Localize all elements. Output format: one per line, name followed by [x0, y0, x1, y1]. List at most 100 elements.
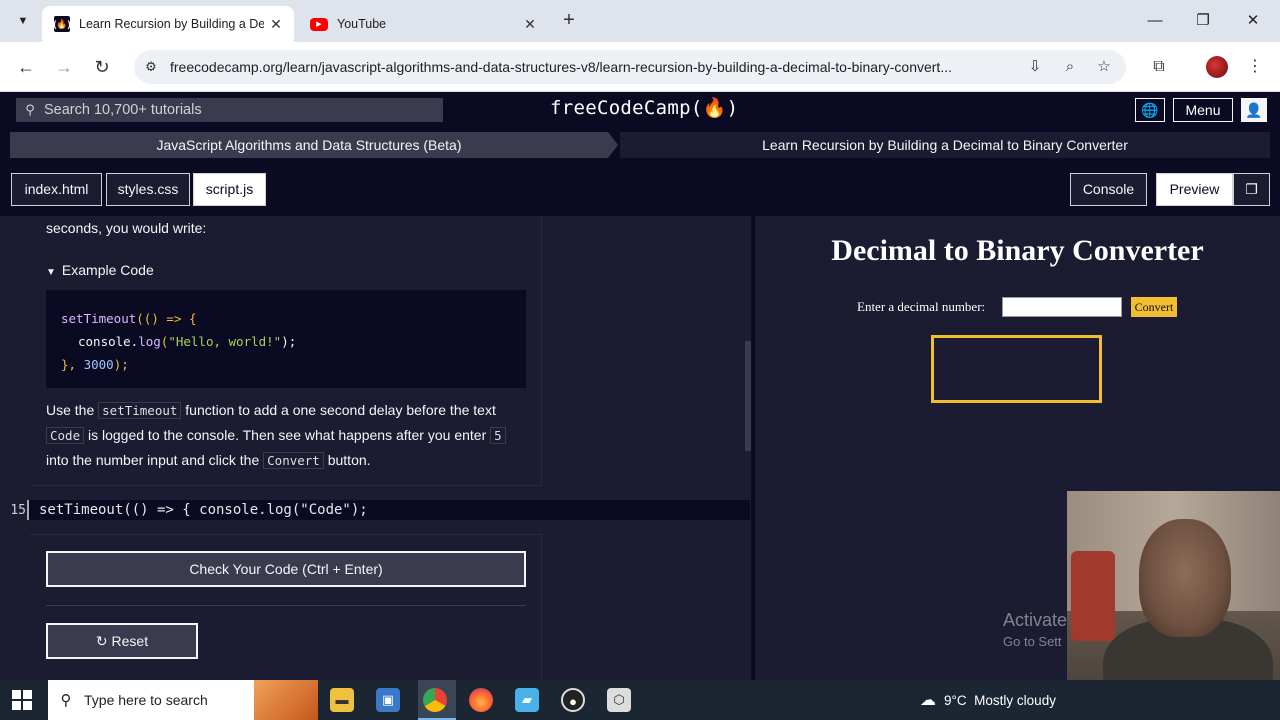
fcc-logo[interactable]: freeCodeCamp(🔥): [550, 96, 738, 119]
result-output: [931, 335, 1102, 403]
firefox-icon[interactable]: [469, 688, 493, 712]
check-code-button[interactable]: Check Your Code (Ctrl + Enter): [46, 551, 526, 587]
menu-button[interactable]: Menu: [1173, 98, 1233, 122]
site-info-icon[interactable]: ⚙: [142, 58, 160, 76]
tab-search-dropdown-icon[interactable]: ▼: [10, 10, 36, 32]
language-globe-icon[interactable]: 🌐: [1135, 98, 1165, 122]
zoom-icon[interactable]: ⌕: [1059, 57, 1081, 77]
inline-code: Convert: [263, 452, 324, 469]
tab-styles-css[interactable]: styles.css: [106, 173, 190, 206]
breadcrumb-block[interactable]: Learn Recursion by Building a Decimal to…: [620, 132, 1270, 158]
new-tab-button[interactable]: +: [558, 9, 580, 31]
code-token: log: [138, 334, 161, 349]
url-text[interactable]: freecodecamp.org/learn/javascript-algori…: [170, 50, 1020, 84]
instructions-text: seconds, you would write:: [46, 220, 207, 236]
close-tab-icon[interactable]: ✕: [518, 16, 542, 33]
breadcrumb-arrow: [608, 132, 618, 158]
search-box[interactable]: ⚲ Search 10,700+ tutorials: [16, 98, 443, 122]
code-token: },: [61, 357, 84, 372]
preview-tab[interactable]: Preview: [1156, 173, 1233, 206]
weather-temp: 9°C: [944, 692, 967, 708]
weather-widget[interactable]: ☁ 9°C Mostly cloudy: [920, 690, 1056, 710]
close-window-icon[interactable]: ✕: [1230, 8, 1276, 34]
webcam-person-head: [1139, 519, 1231, 637]
taskbar-search[interactable]: ⚲ Type here to search: [48, 680, 318, 720]
fcc-favicon-icon: (🔥): [53, 16, 71, 32]
youtube-favicon-icon: ▶: [310, 17, 328, 31]
browser-tab-active[interactable]: (🔥) Learn Recursion by Building a Dec ✕: [42, 6, 294, 42]
address-bar: ← → ↻ ⚙ freecodecamp.org/learn/javascrip…: [0, 42, 1280, 92]
tab-index-html[interactable]: index.html: [11, 173, 102, 206]
instructions-panel: seconds, you would write: ▼ Example Code …: [30, 216, 542, 486]
close-tab-icon[interactable]: ✕: [264, 16, 288, 33]
windows-watermark-sub: Go to Sett: [1003, 634, 1062, 649]
windows-watermark: Activate: [1003, 610, 1068, 630]
inline-code: 5: [490, 427, 506, 444]
taskbar-search-input[interactable]: Type here to search: [84, 692, 208, 708]
inline-code: setTimeout: [98, 402, 182, 419]
reset-button[interactable]: ↻ Reset: [46, 623, 198, 659]
instructions-paragraph: Use the setTimeout function to add a one…: [46, 398, 526, 473]
weather-cloud-icon: ☁: [920, 692, 936, 709]
code-token: 3000: [83, 357, 114, 372]
code-token: "Hello, world!": [168, 334, 282, 349]
popout-preview-icon[interactable]: ❐: [1233, 173, 1270, 206]
obs-icon[interactable]: ●: [561, 688, 585, 712]
search-highlight-art: [254, 680, 318, 720]
code-token: setTimeout: [61, 311, 137, 326]
reset-icon: ↻: [95, 633, 112, 649]
user-avatar-icon[interactable]: 👤: [1241, 98, 1267, 122]
code-token: );: [281, 334, 297, 349]
forward-icon[interactable]: →: [52, 55, 76, 79]
profile-avatar[interactable]: [1206, 56, 1228, 78]
fcc-navbar: ⚲ Search 10,700+ tutorials freeCodeCamp(…: [0, 92, 1280, 128]
editor-file-tabs: index.html styles.css script.js Console …: [0, 161, 1280, 216]
example-code-block: setTimeout(() => { console.log("Hello, w…: [46, 290, 526, 388]
browser-tabbar: ▼ (🔥) Learn Recursion by Building a Dec …: [0, 0, 1280, 42]
number-input[interactable]: [1002, 297, 1122, 317]
bookmark-star-icon[interactable]: ☆: [1093, 57, 1115, 77]
example-code-toggle[interactable]: ▼ Example Code: [46, 262, 154, 278]
browser-tab-youtube[interactable]: ▶ YouTube ✕: [298, 6, 548, 42]
editor-pane: seconds, you would write: ▼ Example Code …: [0, 216, 752, 680]
windows-start-icon[interactable]: [12, 690, 34, 710]
file-explorer-icon[interactable]: ▬: [330, 688, 354, 712]
preview-title: Decimal to Binary Converter: [831, 234, 1204, 267]
webcam-object: [1071, 551, 1115, 641]
weather-desc: Mostly cloudy: [974, 692, 1056, 708]
text: Use the: [46, 402, 95, 418]
search-input[interactable]: Search 10,700+ tutorials: [44, 102, 202, 118]
line-number: 15: [10, 503, 26, 518]
text: into the number input and click the: [46, 452, 260, 468]
tab-title: YouTube: [337, 17, 387, 31]
windows-taskbar: ⚲ Type here to search ▬ ▣ ▰ ● ⬡ ☁ 9°C Mo…: [0, 680, 1280, 720]
reload-icon[interactable]: ↻: [90, 55, 114, 79]
text: is logged to the console. Then see what …: [88, 427, 487, 443]
divider: [46, 605, 526, 606]
console-tab[interactable]: Console: [1070, 173, 1147, 206]
disclosure-triangle-icon: ▼: [46, 267, 56, 278]
app-cube-icon[interactable]: ⬡: [607, 688, 631, 712]
install-app-icon[interactable]: ⇩: [1024, 57, 1046, 77]
computer-icon[interactable]: ▣: [376, 688, 400, 712]
inline-code: Code: [46, 427, 85, 444]
code-token: );: [113, 357, 129, 372]
chrome-menu-icon[interactable]: ⋮: [1243, 55, 1267, 79]
minimize-icon[interactable]: —: [1132, 8, 1178, 34]
omnibox[interactable]: ⚙ freecodecamp.org/learn/javascript-algo…: [134, 50, 1126, 84]
breadcrumb-superblock[interactable]: JavaScript Algorithms and Data Structure…: [10, 132, 608, 158]
number-input-label: Enter a decimal number:: [857, 299, 986, 314]
breadcrumb: JavaScript Algorithms and Data Structure…: [0, 128, 1280, 161]
code-token: (() => {: [136, 311, 197, 326]
text: function to add a one second delay befor…: [185, 402, 496, 418]
back-icon[interactable]: ←: [14, 55, 38, 79]
code-token: console.: [78, 334, 139, 349]
search-icon: ⚲: [60, 692, 72, 709]
extensions-icon[interactable]: ⧉: [1147, 55, 1171, 79]
chrome-icon[interactable]: [423, 688, 447, 712]
app-icon[interactable]: ▰: [515, 688, 539, 712]
restore-icon[interactable]: ❐: [1180, 8, 1226, 34]
tab-script-js[interactable]: script.js: [193, 173, 266, 206]
convert-button[interactable]: Convert: [1131, 297, 1177, 317]
code-editor-line[interactable]: setTimeout(() => { console.log("Code");: [27, 500, 750, 520]
